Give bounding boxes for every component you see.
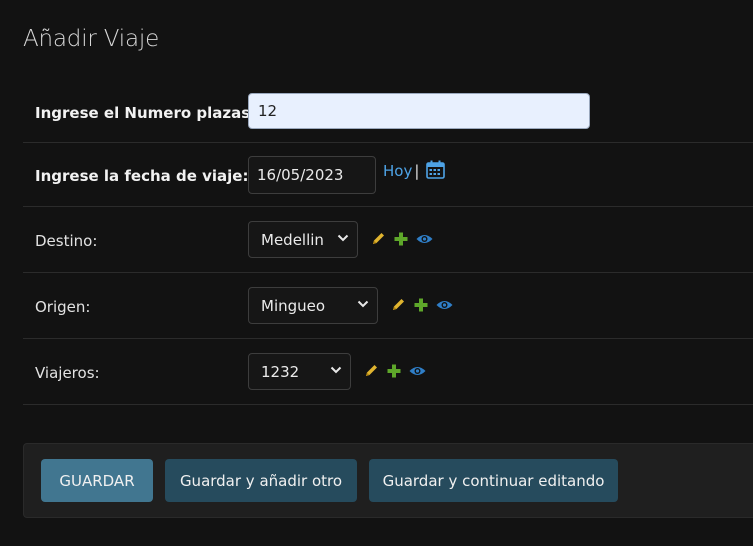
save-button[interactable]: GUARDAR <box>41 459 153 502</box>
chevron-down-icon <box>330 366 342 374</box>
form-row-destino: Destino: Medellin <box>23 207 753 273</box>
origen-label: Origen: <box>35 298 91 316</box>
destino-select[interactable]: Medellin <box>248 221 358 258</box>
origen-actions <box>391 297 453 312</box>
date-shortcuts: Hoy | <box>383 160 445 183</box>
plus-icon[interactable] <box>394 232 408 246</box>
chevron-down-icon <box>337 234 349 242</box>
plus-icon[interactable] <box>414 298 428 312</box>
destino-selected: Medellin <box>261 231 324 249</box>
viajeros-selected: 1232 <box>261 363 300 381</box>
form-row-fecha: Ingrese la fecha de viaje: 16/05/2023 Ho… <box>23 143 753 207</box>
pencil-icon[interactable] <box>364 363 379 378</box>
pencil-icon[interactable] <box>391 297 406 312</box>
eye-icon[interactable] <box>416 233 433 245</box>
viajeros-actions <box>364 363 426 378</box>
calendar-icon[interactable] <box>426 160 445 183</box>
eye-icon[interactable] <box>409 365 426 377</box>
destino-label: Destino: <box>35 232 98 250</box>
viajeros-select[interactable]: 1232 <box>248 353 351 390</box>
save-and-continue-editing-button[interactable]: Guardar y continuar editando <box>369 459 618 502</box>
form-row-origen: Origen: Mingueo <box>23 273 753 339</box>
today-link[interactable]: Hoy <box>383 162 412 180</box>
plazas-input[interactable]: 12 <box>248 93 590 129</box>
fecha-input[interactable]: 16/05/2023 <box>248 156 376 194</box>
fecha-label: Ingrese la fecha de viaje: <box>35 167 249 185</box>
shortcut-separator: | <box>414 162 420 180</box>
form-row-viajeros: Viajeros: 1232 <box>23 339 753 405</box>
form-row-plazas: Ingrese el Numero plazas: 12 <box>23 80 753 143</box>
pencil-icon[interactable] <box>371 231 386 246</box>
chevron-down-icon <box>357 300 369 308</box>
viajeros-label: Viajeros: <box>35 364 100 382</box>
origen-select[interactable]: Mingueo <box>248 287 378 324</box>
plazas-label: Ingrese el Numero plazas: <box>35 104 257 122</box>
destino-actions <box>371 231 433 246</box>
save-and-add-another-button[interactable]: Guardar y añadir otro <box>165 459 357 502</box>
plus-icon[interactable] <box>387 364 401 378</box>
origen-selected: Mingueo <box>261 297 326 315</box>
eye-icon[interactable] <box>436 299 453 311</box>
submit-row: GUARDAR Guardar y añadir otro Guardar y … <box>23 443 753 518</box>
travel-form: Ingrese el Numero plazas: 12 Ingrese la … <box>23 80 753 405</box>
page-title: Añadir Viaje <box>23 26 160 52</box>
